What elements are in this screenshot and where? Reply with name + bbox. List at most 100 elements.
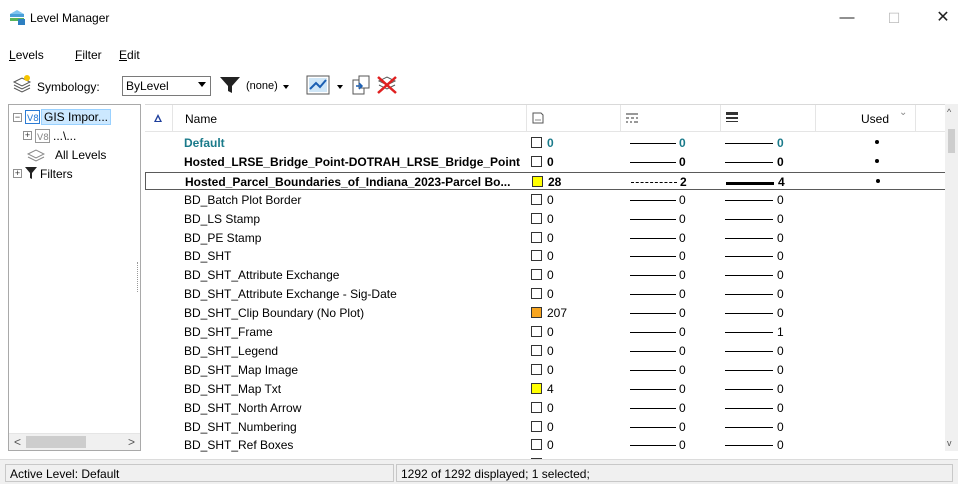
close-button[interactable]: ✕ [928, 8, 958, 28]
line-weight-column-icon[interactable] [725, 111, 739, 128]
line-weight-sample[interactable] [725, 332, 773, 333]
pane-splitter[interactable] [137, 262, 139, 292]
color-swatch[interactable] [531, 288, 542, 300]
level-row[interactable]: BD_SHT_Attribute Exchange 0 0 0 [145, 266, 958, 284]
line-weight-sample[interactable] [725, 369, 773, 371]
menu-filter[interactable]: Filter [75, 48, 102, 62]
expand-toggle[interactable]: + [23, 131, 32, 140]
level-row[interactable]: BD_Batch Plot Border 0 0 0 [145, 191, 958, 209]
line-weight-sample[interactable] [725, 256, 773, 258]
level-row[interactable]: BD_SHT 0 0 0 [145, 247, 958, 265]
level-row[interactable]: BD_SHT_Legend 0 0 0 [145, 342, 958, 360]
level-row[interactable]: Default 0 0 0 [145, 134, 958, 152]
color-swatch[interactable] [531, 344, 542, 356]
color-swatch[interactable] [531, 439, 542, 451]
color-swatch[interactable] [531, 212, 542, 224]
menu-levels[interactable]: Levels [9, 48, 44, 62]
level-row[interactable]: BD_SHT_Attribute Exchange - Sig-Date 0 0 0 [145, 285, 958, 303]
level-row[interactable]: BD_SHT_Ref Boxes 0 0 0 [145, 436, 958, 454]
scroll-left-icon[interactable]: < [14, 435, 21, 449]
color-swatch[interactable] [531, 231, 542, 243]
line-style-sample[interactable] [630, 407, 676, 409]
level-row[interactable]: BD_LS Stamp 0 0 0 [145, 210, 958, 228]
level-row[interactable]: Hosted_Parcel_Boundaries_of_Indiana_2023… [145, 171, 958, 190]
color-swatch[interactable] [531, 401, 542, 413]
color-swatch[interactable] [531, 382, 542, 394]
line-style-sample[interactable] [630, 369, 676, 371]
line-weight-sample[interactable] [725, 313, 773, 315]
minimize-button[interactable]: — [832, 8, 862, 28]
color-swatch[interactable] [531, 137, 542, 148]
line-weight-sample[interactable] [725, 426, 773, 428]
line-weight-sample[interactable] [725, 294, 773, 296]
level-row[interactable]: BD_PE Stamp 0 0 0 [145, 229, 958, 247]
menu-edit[interactable]: Edit [119, 48, 140, 62]
level-row[interactable]: BD_SHT_Clip Boundary (No Plot) 207 0 0 [145, 304, 958, 322]
scroll-down-icon[interactable]: v [947, 438, 952, 448]
color-swatch[interactable] [531, 250, 542, 262]
column-header-used[interactable]: Used [861, 112, 889, 126]
color-swatch[interactable] [531, 155, 542, 167]
line-style-sample[interactable] [630, 161, 676, 163]
line-style-sample[interactable] [631, 181, 677, 183]
color-swatch[interactable] [531, 269, 542, 281]
line-style-sample[interactable] [630, 143, 676, 144]
line-weight-sample[interactable] [725, 199, 773, 201]
line-style-sample[interactable] [630, 218, 676, 220]
filter-funnel-icon[interactable] [218, 75, 242, 98]
color-swatch[interactable] [531, 363, 542, 375]
scroll-thumb[interactable] [948, 129, 955, 153]
level-row[interactable]: BD_SHT_Map Image 0 0 0 [145, 361, 958, 379]
level-row[interactable]: Hosted_LRSE_Bridge_Point-DOTRAH_LRSE_Bri… [145, 153, 958, 171]
delete-level-icon[interactable] [375, 73, 399, 98]
line-style-sample[interactable] [630, 426, 676, 428]
color-swatch[interactable] [532, 175, 543, 187]
scroll-right-icon[interactable]: > [128, 435, 135, 449]
symbology-select[interactable]: ByLevel [122, 76, 211, 96]
line-style-sample[interactable] [630, 388, 676, 390]
sort-indicator-icon[interactable] [154, 114, 162, 122]
line-weight-sample[interactable] [725, 407, 773, 409]
color-swatch[interactable] [531, 420, 542, 432]
new-level-icon[interactable] [11, 74, 33, 97]
import-export-icon[interactable] [351, 74, 371, 99]
line-style-column-icon[interactable] [625, 111, 639, 128]
color-column-icon[interactable] [531, 111, 545, 128]
color-swatch[interactable] [531, 307, 542, 319]
level-row[interactable]: BD_SHT_Numbering 0 0 0 [145, 418, 958, 436]
symbology-display-icon[interactable] [306, 74, 330, 99]
color-swatch[interactable] [531, 326, 542, 337]
color-swatch[interactable] [531, 193, 542, 205]
maximize-button[interactable]: ☐ [879, 8, 909, 28]
line-weight-sample[interactable] [725, 275, 773, 277]
line-weight-sample[interactable] [725, 143, 773, 144]
sort-chevron-icon[interactable]: ⌄ [899, 107, 907, 118]
filter-dropdown-icon[interactable] [283, 85, 289, 89]
line-style-sample[interactable] [630, 256, 676, 258]
tree-horizontal-scrollbar[interactable]: < > [9, 433, 140, 450]
level-row[interactable]: BD_SHT_Map Txt 4 0 0 [145, 380, 958, 398]
scroll-thumb[interactable] [26, 436, 86, 448]
level-row[interactable]: BD_SHT_Frame 0 0 1 [145, 323, 958, 341]
list-vertical-scrollbar[interactable]: ^ v [945, 104, 958, 451]
collapse-toggle[interactable]: − [13, 113, 22, 122]
line-weight-sample[interactable] [725, 237, 773, 239]
line-style-sample[interactable] [630, 199, 676, 201]
line-style-sample[interactable] [630, 237, 676, 239]
display-dropdown-icon[interactable] [337, 85, 343, 89]
filter-value[interactable]: (none) [246, 80, 278, 92]
line-weight-sample[interactable] [725, 445, 773, 447]
line-style-sample[interactable] [630, 445, 676, 447]
line-weight-sample[interactable] [725, 388, 773, 390]
line-weight-sample[interactable] [725, 218, 773, 220]
line-style-sample[interactable] [630, 332, 676, 333]
line-weight-sample[interactable] [726, 181, 774, 185]
line-style-sample[interactable] [630, 275, 676, 277]
expand-toggle[interactable]: + [13, 169, 22, 178]
line-style-sample[interactable] [630, 313, 676, 315]
scroll-up-icon[interactable]: ^ [947, 107, 951, 117]
line-weight-sample[interactable] [725, 350, 773, 352]
line-style-sample[interactable] [630, 294, 676, 296]
line-weight-sample[interactable] [725, 161, 773, 163]
level-row[interactable]: BD_SHT_North Arrow 0 0 0 [145, 399, 958, 417]
